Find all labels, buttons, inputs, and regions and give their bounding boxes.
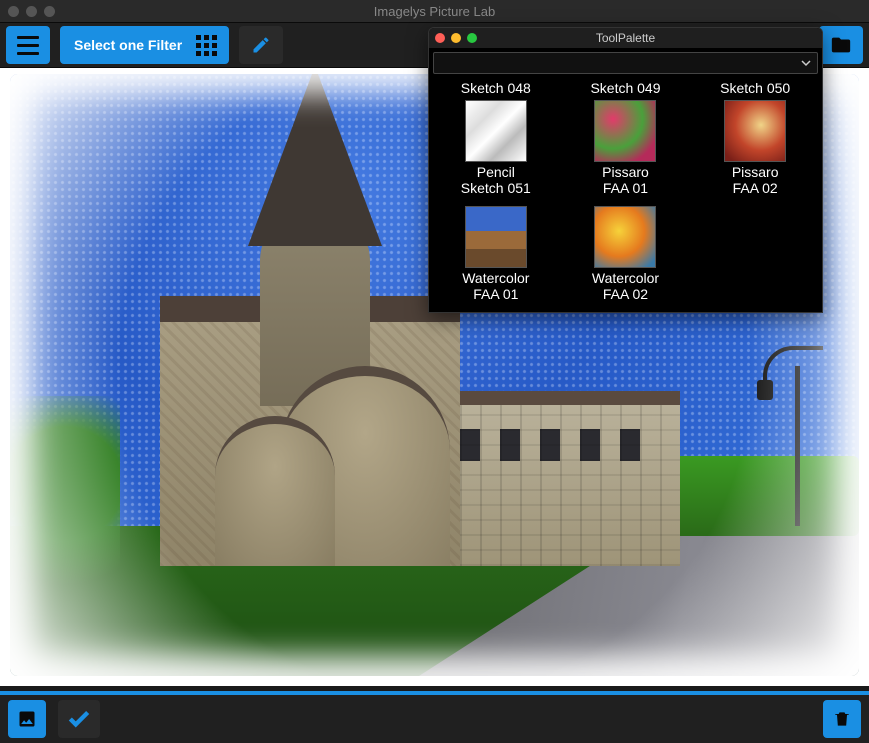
open-folder-button[interactable] [819,26,863,64]
minimize-window-icon[interactable] [26,6,37,17]
close-window-icon[interactable] [8,6,19,17]
zoom-window-icon[interactable] [44,6,55,17]
tool-palette-title: ToolPalette [429,31,822,45]
palette-close-icon[interactable] [435,33,445,43]
window-titlebar: Imagelys Picture Lab [0,0,869,22]
palette-preset-grid: Sketch 048 Pencil Sketch 051 Sketch 049 … [429,78,822,312]
preset-thumbnail [594,100,656,162]
app-title: Imagelys Picture Lab [0,4,869,19]
preset-watercolor-faa-01[interactable]: Watercolor FAA 01 [441,202,551,302]
chevron-down-icon [801,58,811,68]
grid-icon [196,35,217,56]
preset-thumbnail [724,100,786,162]
image-icon [17,709,37,729]
preset-thumbnail [465,100,527,162]
bottom-toolbar [0,691,869,743]
preset-thumbnail [594,206,656,268]
image-button[interactable] [8,700,46,738]
preset-sketch-049[interactable]: Sketch 049 Pissaro FAA 01 [571,80,681,196]
pencil-icon [251,35,271,55]
palette-minimize-icon[interactable] [451,33,461,43]
preset-sketch-050[interactable]: Sketch 050 Pissaro FAA 02 [700,80,810,196]
select-filter-button[interactable]: Select one Filter [60,26,229,64]
folder-icon [830,34,852,56]
preset-sketch-048[interactable]: Sketch 048 Pencil Sketch 051 [441,80,551,196]
preset-thumbnail [465,206,527,268]
select-filter-label: Select one Filter [74,37,182,53]
palette-category-select[interactable] [433,52,818,74]
menu-button[interactable] [6,26,50,64]
hamburger-icon [17,36,39,55]
window-controls [8,6,55,17]
apply-button[interactable] [58,700,100,738]
check-icon [66,706,92,732]
tool-palette-titlebar[interactable]: ToolPalette [429,28,822,48]
palette-zoom-icon[interactable] [467,33,477,43]
tool-palette-window[interactable]: ToolPalette Sketch 048 Pencil Sketch 051… [428,27,823,313]
edit-button[interactable] [239,26,283,64]
trash-icon [832,709,852,729]
preset-watercolor-faa-02[interactable]: Watercolor FAA 02 [571,202,681,302]
delete-button[interactable] [823,700,861,738]
